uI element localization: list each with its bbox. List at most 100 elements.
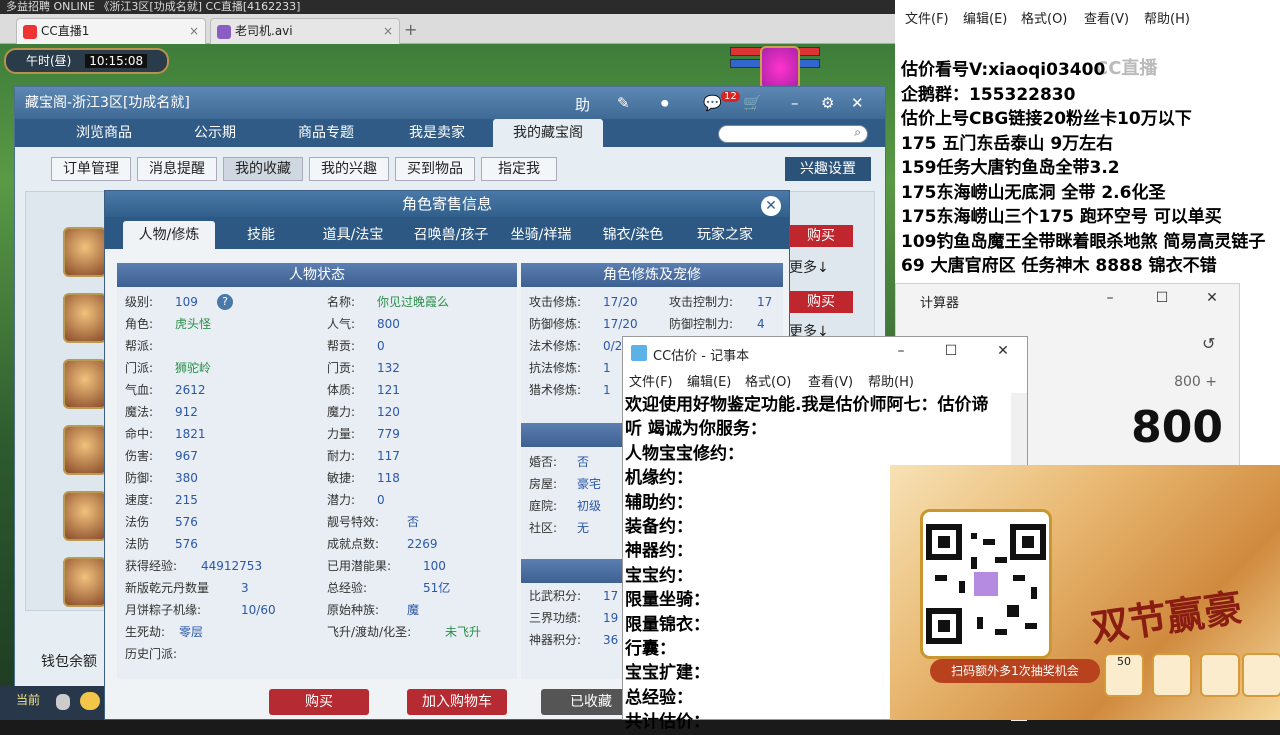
subnav-messages[interactable]: 消息提醒 xyxy=(137,157,217,181)
close-icon[interactable]: ✕ xyxy=(761,196,781,216)
stat-total-exp: 总经验: 51亿 xyxy=(327,581,451,595)
stat-hp: 气血: 2612 xyxy=(125,383,206,397)
tab-items[interactable]: 道具/法宝 xyxy=(307,221,399,249)
tab-video[interactable]: 老司机.avi × xyxy=(210,18,400,44)
promo-banner[interactable]: 扫码额外多1次抽奖机会 双节赢豪 50 xyxy=(890,465,1280,720)
text-line: 企鹅群：155322830 xyxy=(901,84,1076,105)
item-avatar[interactable] xyxy=(63,557,107,607)
stat-ascension: 飞升/渡劫/化圣: 未飞升 xyxy=(327,625,482,639)
close-icon[interactable]: ✕ xyxy=(851,94,864,112)
game-clock: 午时(昼) 10:15:08 xyxy=(4,48,169,74)
new-tab-button[interactable]: + xyxy=(404,20,417,39)
stat-race: 原始种族: 魔 xyxy=(327,603,420,617)
home-community: 社区: 无 xyxy=(529,521,590,535)
menu-edit[interactable]: 编辑(E) xyxy=(687,371,731,390)
notepad-text[interactable]: 估价看号V:xiaoqi03400 企鹅群：155322830 估价上号CBG链… xyxy=(901,58,1280,279)
close-icon[interactable]: ✕ xyxy=(993,343,1013,359)
add-to-cart-button[interactable]: 加入购物车 xyxy=(407,689,507,715)
stat-magic-defense: 法防 576 xyxy=(125,537,198,551)
item-avatar[interactable] xyxy=(63,227,107,277)
cultivation-col-2: 攻击控制力: 17 防御控制力: 4 xyxy=(669,291,779,335)
record-icon[interactable]: ⏺ xyxy=(661,94,669,112)
buy-button[interactable]: 购买 xyxy=(789,225,853,247)
minimize-icon[interactable]: – xyxy=(791,94,799,112)
stat-school-contrib: 门贡: 132 xyxy=(327,361,400,375)
stat-qianyuan: 新版乾元丹数量 3 xyxy=(125,581,249,595)
minimize-icon[interactable]: – xyxy=(891,343,911,359)
item-avatar[interactable] xyxy=(63,293,107,343)
subnav-interests[interactable]: 我的兴趣 xyxy=(309,157,389,181)
subnav-bought[interactable]: 买到物品 xyxy=(395,157,475,181)
close-icon[interactable]: × xyxy=(189,19,199,43)
tab-home[interactable]: 玩家之家 xyxy=(679,221,771,249)
buy-button[interactable]: 购买 xyxy=(269,689,369,715)
video-icon xyxy=(217,25,231,39)
home-yard: 庭院: 初级 xyxy=(529,499,602,513)
microphone-icon[interactable] xyxy=(56,694,70,710)
subnav-favorites[interactable]: 我的收藏 xyxy=(223,157,303,181)
menu-format[interactable]: 格式(O) xyxy=(745,371,791,390)
gift-item[interactable] xyxy=(1152,653,1192,697)
text-line: 估价上号CBG链接20粉丝卡10万以下 xyxy=(901,109,1192,129)
tab-outfits[interactable]: 锦衣/染色 xyxy=(587,221,679,249)
character-portrait[interactable] xyxy=(760,46,800,90)
menu-help[interactable]: 帮助(H) xyxy=(1144,8,1190,27)
cult-defense: 防御修炼: 17/20 xyxy=(529,317,638,331)
menu-help[interactable]: 帮助(H) xyxy=(868,371,914,390)
home-info: 婚否: 否 房屋: 豪宅 庭院: 初级 社区: 无 xyxy=(529,451,629,539)
search-icon[interactable]: ⌕ xyxy=(854,125,861,140)
qr-code[interactable] xyxy=(920,509,1052,659)
edit-icon[interactable]: ✎ xyxy=(617,94,630,112)
stat-achievement: 成就点数: 2269 xyxy=(327,537,438,551)
maximize-icon[interactable]: ☐ xyxy=(941,343,961,359)
emoji-icon[interactable] xyxy=(80,692,100,710)
search-input[interactable]: ⌕ xyxy=(718,125,868,143)
help-icon[interactable]: 助 xyxy=(575,94,590,115)
calculator-title: 计算器 xyxy=(920,296,960,311)
menu-file[interactable]: 文件(F) xyxy=(629,371,673,390)
menu-format[interactable]: 格式(O) xyxy=(1021,8,1067,27)
menu-edit[interactable]: 编辑(E) xyxy=(963,8,1007,27)
item-avatar[interactable] xyxy=(63,425,107,475)
buy-button[interactable]: 购买 xyxy=(789,291,853,313)
interest-settings-button[interactable]: 兴趣设置 xyxy=(785,157,871,181)
menu-file[interactable]: 文件(F) xyxy=(905,8,949,27)
tab-character[interactable]: 人物/修炼 xyxy=(123,221,215,249)
clock-time: 10:15:08 xyxy=(85,54,148,68)
tab-mounts[interactable]: 坐骑/祥瑞 xyxy=(495,221,587,249)
home-married: 婚否: 否 xyxy=(529,455,590,469)
tab-cc-live[interactable]: CC直播1 × xyxy=(16,18,206,44)
menu-view[interactable]: 查看(V) xyxy=(808,371,853,390)
gift-item[interactable]: 50 xyxy=(1104,653,1144,697)
nav-my-cbg[interactable]: 我的藏宝阁 xyxy=(493,119,603,147)
text-line: 109钓鱼岛魔王全带眯着眼杀地煞 简易高灵链子 xyxy=(901,231,1266,252)
chat-icon[interactable]: 💬 xyxy=(703,94,722,112)
tab-skills[interactable]: 技能 xyxy=(215,221,307,249)
menu-view[interactable]: 查看(V) xyxy=(1084,8,1129,27)
footer-current[interactable]: 当前 xyxy=(16,693,40,707)
item-avatar[interactable] xyxy=(63,359,107,409)
status-col-1: 级别: 109 角色: 虎头怪 帮派: 门派: 狮驼岭 气血: 2612 魔法: 912 … xyxy=(125,291,325,665)
text-line: 人物宝宝修约： xyxy=(625,443,744,464)
subnav-assigned[interactable]: 指定我 xyxy=(481,157,557,181)
more-button[interactable]: 更多↓ xyxy=(789,257,853,279)
close-icon[interactable]: × xyxy=(383,19,393,43)
close-icon[interactable]: ✕ xyxy=(1202,290,1222,306)
nav-seller[interactable]: 我是卖家 xyxy=(382,119,492,147)
help-icon[interactable]: ? xyxy=(217,294,233,310)
stat-strength: 力量: 779 xyxy=(327,427,400,441)
nav-topics[interactable]: 商品专题 xyxy=(271,119,381,147)
gift-item[interactable] xyxy=(1200,653,1240,697)
tab-pets[interactable]: 召唤兽/孩子 xyxy=(401,221,501,249)
history-icon[interactable]: ↺ xyxy=(1202,334,1215,353)
subnav-orders[interactable]: 订单管理 xyxy=(51,157,131,181)
cart-icon[interactable]: 🛒 xyxy=(743,94,762,112)
settings-icon[interactable]: ⚙ xyxy=(821,94,834,112)
maximize-icon[interactable]: ☐ xyxy=(1152,290,1172,306)
item-avatar[interactable] xyxy=(63,491,107,541)
nav-public[interactable]: 公示期 xyxy=(160,119,270,147)
nav-browse[interactable]: 浏览商品 xyxy=(49,119,159,147)
minimize-icon[interactable]: – xyxy=(1100,290,1120,306)
calculator-expression: 800 + xyxy=(1174,374,1217,390)
gift-item[interactable] xyxy=(1242,653,1280,697)
